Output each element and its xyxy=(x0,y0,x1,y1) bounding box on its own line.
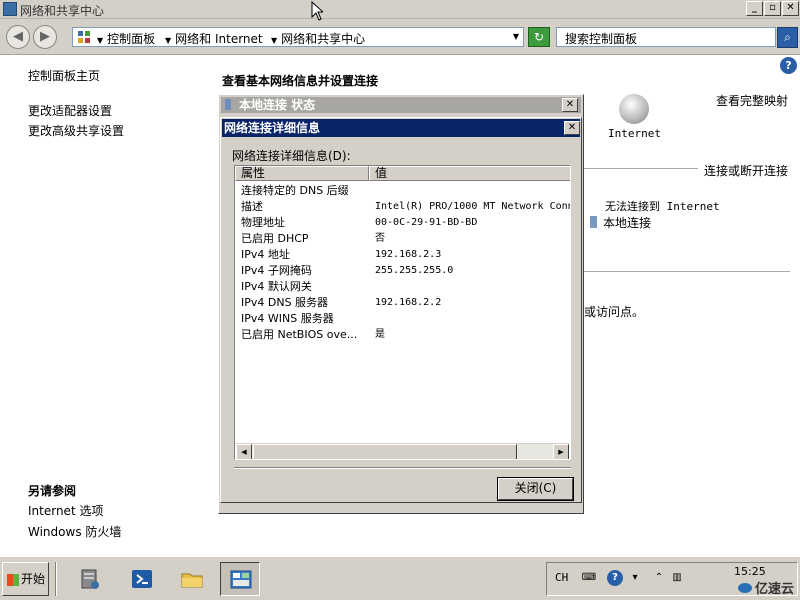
details-listview[interactable]: 属性 值 连接特定的 DNS 后缀 描述 Intel(R) PRO/1000 MT… xyxy=(234,165,571,460)
scroll-left-button[interactable]: ◀ xyxy=(236,444,252,459)
table-row[interactable]: IPv4 DNS 服务器 192.168.2.2 xyxy=(235,295,570,311)
search-icon[interactable]: ⌕ xyxy=(777,27,798,48)
mouse-cursor-icon xyxy=(311,1,323,21)
show-hidden-icons-icon[interactable]: ⌃ xyxy=(651,570,667,586)
dialog-divider xyxy=(234,467,571,469)
connect-disconnect-link[interactable]: 连接或断开连接 xyxy=(704,162,788,179)
watermark-logo: 亿速云 xyxy=(738,578,794,597)
table-row[interactable]: 物理地址 00-0C-29-91-BD-BD xyxy=(235,215,570,231)
table-row[interactable]: 连接特定的 DNS 后缀 xyxy=(235,183,570,199)
details-list-label: 网络连接详细信息(D): xyxy=(232,149,351,163)
details-dialog-close-button[interactable]: ✕ xyxy=(564,121,580,135)
table-row[interactable]: 已启用 DHCP 否 xyxy=(235,231,570,247)
explorer-icon[interactable] xyxy=(172,562,212,596)
breadcrumb-control-panel[interactable]: ▼ 控制面板 xyxy=(97,30,155,47)
section-divider xyxy=(584,271,790,272)
access-type-value: 无法连接到 Internet xyxy=(605,200,720,213)
table-row[interactable]: IPv4 WINS 服务器 xyxy=(235,311,570,327)
clock[interactable]: 15:25 xyxy=(734,565,766,578)
close-button[interactable]: 关闭(C) xyxy=(497,477,574,501)
change-adapter-settings-link[interactable]: 更改适配器设置 xyxy=(28,102,112,119)
status-dialog-title: 本地连接 状态 xyxy=(221,97,581,113)
window-title: 网络和共享中心 xyxy=(20,4,105,18)
taskbar-separator xyxy=(55,562,57,596)
minimize-button[interactable]: _ xyxy=(746,1,763,16)
table-row[interactable]: 已启用 NetBIOS ove... 是 xyxy=(235,327,570,343)
keyboard-icon[interactable]: ⌨ xyxy=(581,570,597,586)
network-center-icon xyxy=(3,2,17,16)
horizontal-scrollbar[interactable]: ◀ ▶ xyxy=(236,443,569,459)
table-row[interactable]: IPv4 地址 192.168.2.3 xyxy=(235,247,570,263)
table-row[interactable]: 描述 Intel(R) PRO/1000 MT Network Conn xyxy=(235,199,570,215)
scrollbar-thumb[interactable] xyxy=(253,444,517,459)
window-titlebar: 网络和共享中心 _ ▫ ✕ xyxy=(0,0,800,19)
windows-logo-icon xyxy=(7,574,19,586)
server-manager-icon[interactable] xyxy=(70,562,110,596)
address-dropdown-icon[interactable]: ▼ xyxy=(513,32,519,41)
help-icon[interactable]: ? xyxy=(607,570,623,586)
breadcrumb-network-internet[interactable]: ▼ 网络和 Internet xyxy=(165,30,263,47)
start-button[interactable]: 开始 xyxy=(2,562,49,596)
section-divider xyxy=(584,168,698,169)
windows-firewall-link[interactable]: Windows 防火墙 xyxy=(28,523,121,540)
access-point-text: 或访问点。 xyxy=(584,305,645,319)
refresh-button[interactable]: ↻ xyxy=(528,27,550,47)
status-dialog-close-button[interactable]: ✕ xyxy=(562,98,578,112)
internet-options-link[interactable]: Internet 选项 xyxy=(28,502,103,519)
taskbar: 开始 CH ⌨ ? ▾ ⌃ ▥ 15:25 xyxy=(0,556,800,600)
language-indicator[interactable]: CH xyxy=(555,571,568,584)
local-connection-link[interactable]: 本地连接 xyxy=(590,214,651,231)
left-pane: 控制面板主页 更改适配器设置 更改高级共享设置 另请参阅 Internet 选项… xyxy=(0,56,205,556)
network-details-dialog: 网络连接详细信息 ✕ 网络连接详细信息(D): 属性 值 连接特定的 DNS 后… xyxy=(220,117,582,503)
yisu-logo-icon xyxy=(738,583,752,593)
details-dialog-title: 网络连接详细信息 xyxy=(222,119,580,137)
control-panel-icon xyxy=(78,31,90,43)
back-button[interactable]: ◀ xyxy=(6,25,30,49)
network-plug-icon xyxy=(225,99,231,110)
network-center-taskbar-button[interactable] xyxy=(220,562,260,596)
table-row[interactable]: IPv4 默认网关 xyxy=(235,279,570,295)
breadcrumb-network-sharing-center[interactable]: ▼ 网络和共享中心 xyxy=(271,30,365,47)
maximize-button[interactable]: ▫ xyxy=(764,1,781,16)
see-also-heading: 另请参阅 xyxy=(28,484,77,498)
column-header-property[interactable]: 属性 xyxy=(235,166,369,181)
control-panel-home-link[interactable]: 控制面板主页 xyxy=(28,67,100,84)
input-options-icon[interactable]: ▾ xyxy=(627,570,643,586)
network-tray-icon[interactable]: ▥ xyxy=(669,570,685,586)
powershell-icon[interactable] xyxy=(122,562,162,596)
search-input[interactable]: 搜索控制面板 xyxy=(556,27,776,47)
internet-globe-icon xyxy=(619,94,649,124)
internet-label: Internet xyxy=(608,127,661,140)
scroll-right-button[interactable]: ▶ xyxy=(553,444,569,459)
listview-header: 属性 值 xyxy=(235,166,570,181)
network-plug-icon xyxy=(590,216,597,228)
table-row[interactable]: IPv4 子网掩码 255.255.255.0 xyxy=(235,263,570,279)
column-header-value[interactable]: 值 xyxy=(369,166,570,181)
address-toolbar: ◀ ▶ ▼ 控制面板 ▼ 网络和 Internet ▼ 网络和共享中心 ▼ ↻ 搜索控… xyxy=(0,19,800,55)
help-icon[interactable]: ? xyxy=(780,57,797,74)
change-advanced-sharing-link[interactable]: 更改高级共享设置 xyxy=(28,122,124,139)
forward-button[interactable]: ▶ xyxy=(33,25,57,49)
page-title: 查看基本网络信息并设置连接 xyxy=(222,74,379,88)
address-bar[interactable]: ▼ 控制面板 ▼ 网络和 Internet ▼ 网络和共享中心 ▼ xyxy=(72,27,524,47)
close-window-button[interactable]: ✕ xyxy=(782,1,799,16)
view-full-map-link[interactable]: 查看完整映射 xyxy=(716,92,788,109)
